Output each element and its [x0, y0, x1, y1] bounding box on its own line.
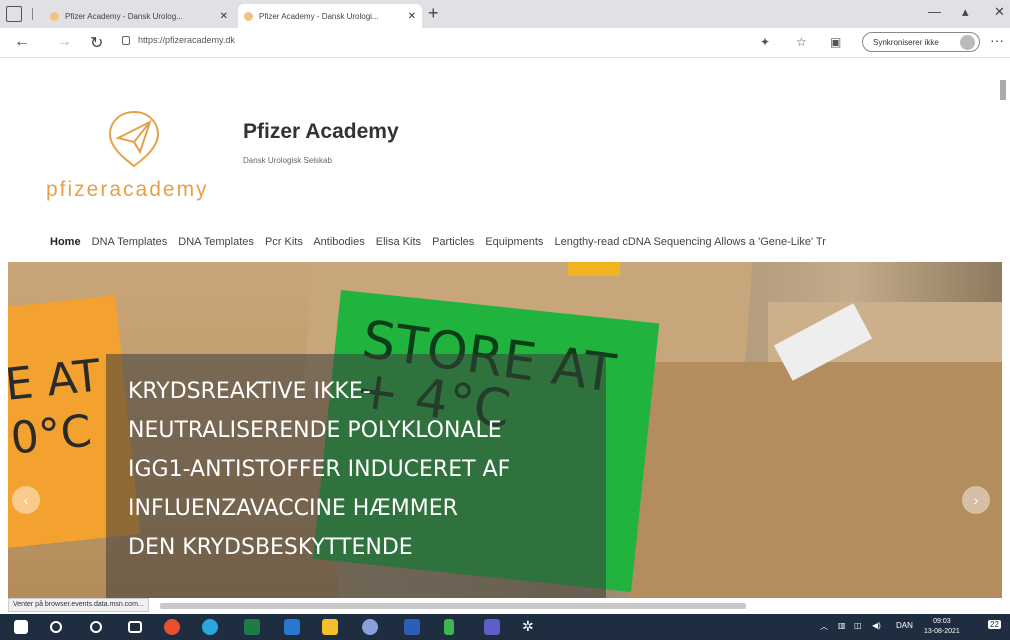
vertical-scrollbar[interactable]	[1000, 80, 1006, 100]
menu-item-particles[interactable]: Particles	[432, 236, 474, 248]
app-icon[interactable]	[444, 619, 454, 635]
browser-tab-strip: Pfizer Academy - Dansk Urolog... ✕ Pfize…	[0, 0, 1010, 28]
app-icon[interactable]	[362, 619, 378, 635]
hero-bg-box	[628, 362, 1002, 598]
profile-avatar	[960, 35, 975, 50]
url-text: https://pfizeracademy.dk	[138, 35, 235, 45]
tab-separator	[32, 8, 33, 20]
site-tagline: Dansk Urologisk Selskab	[243, 156, 332, 165]
edge-icon[interactable]	[202, 619, 218, 635]
menu-item-dna-templates[interactable]: DNA Templates	[92, 236, 168, 248]
sync-button[interactable]: Synkroniserer ikke	[862, 32, 980, 52]
chrome-icon[interactable]	[164, 619, 180, 635]
logo-paper-plane-icon[interactable]	[104, 108, 164, 168]
windows-start-icon[interactable]	[14, 620, 28, 634]
notifications-badge[interactable]: 22	[988, 620, 1001, 629]
refresh-icon[interactable]: ↻	[90, 33, 103, 53]
volume-icon[interactable]: ◀)	[872, 621, 881, 630]
hero-caption-line[interactable]: KRYDSREAKTIVE IKKE-	[128, 372, 584, 411]
menu-item-dna-templates-2[interactable]: DNA Templates	[178, 236, 254, 248]
browser-toolbar: ← → ↻ https://pfizeracademy.dk ✦ ☆ ▣ Syn…	[0, 28, 1010, 58]
word-icon[interactable]	[404, 619, 420, 635]
more-options-icon[interactable]: ···	[990, 32, 1004, 48]
language-indicator[interactable]: DAN	[896, 621, 913, 630]
address-bar[interactable]: https://pfizeracademy.dk	[122, 35, 235, 45]
menu-item-pcr-kits[interactable]: Pcr Kits	[265, 236, 303, 248]
browser-tab-1[interactable]: Pfizer Academy - Dansk Urolog... ✕	[44, 4, 234, 28]
sync-label: Synkroniserer ikke	[873, 37, 939, 47]
windows-taskbar: ✲ ︿ ▥ ◫ ◀) DAN 09:03 13-08-2021 22	[0, 614, 1010, 640]
close-tab-icon[interactable]: ✕	[408, 11, 416, 22]
main-menu: Home DNA Templates DNA Templates Pcr Kit…	[50, 236, 1010, 252]
menu-item-elisa-kits[interactable]: Elisa Kits	[376, 236, 421, 248]
hero-caption-box: KRYDSREAKTIVE IKKE- NEUTRALISERENDE POLY…	[106, 354, 606, 598]
reader-icon[interactable]: ✦	[760, 35, 770, 49]
slider-prev-icon[interactable]: ‹	[12, 486, 40, 514]
collections-icon[interactable]: ▣	[830, 35, 841, 49]
minimize-icon[interactable]: —	[928, 4, 941, 19]
status-bar: Venter på browser.events.data.msn.com...	[8, 598, 149, 612]
menu-item-equipments[interactable]: Equipments	[485, 236, 543, 248]
site-favicon-icon	[50, 11, 59, 21]
horizontal-scrollbar[interactable]	[160, 603, 746, 609]
menu-item-lengthy-read[interactable]: Lengthy-read cDNA Sequencing Allows a 'G…	[554, 236, 825, 248]
outlook-icon[interactable]	[284, 619, 300, 635]
network-icon[interactable]: ▥	[838, 621, 846, 630]
taskbar-clock[interactable]: 09:03 13-08-2021	[924, 617, 960, 637]
favorites-icon[interactable]: ☆	[796, 35, 807, 49]
menu-item-home[interactable]: Home	[50, 236, 81, 248]
hero-bg-label	[568, 262, 620, 276]
hero-slider[interactable]: E AT 0°C STORE AT + 4°C KRYDSREAKTIVE IK…	[8, 262, 1002, 598]
hero-caption-line[interactable]: IGG1-ANTISTOFFER INDUCERET AF	[128, 450, 584, 489]
clock-time: 09:03	[933, 618, 951, 625]
hero-caption-line[interactable]: INFLUENZAVACCINE HÆMMER	[128, 489, 584, 528]
close-window-icon[interactable]: ✕	[994, 4, 1005, 20]
site-title[interactable]: Pfizer Academy	[243, 120, 399, 144]
hero-bg-orange-text: E AT 0°C	[8, 350, 103, 465]
excel-icon[interactable]	[244, 619, 260, 635]
lock-icon	[122, 35, 130, 45]
task-view-icon[interactable]	[128, 621, 142, 633]
hero-caption-line[interactable]: NEUTRALISERENDE POLYKLONALE	[128, 411, 584, 450]
settings-gear-icon[interactable]: ✲	[522, 618, 538, 634]
display-icon[interactable]: ◫	[854, 621, 862, 630]
slider-next-icon[interactable]: ›	[962, 486, 990, 514]
browser-tab-2-active[interactable]: Pfizer Academy - Dansk Urologi... ✕	[238, 4, 422, 28]
menu-item-antibodies[interactable]: Antibodies	[313, 236, 364, 248]
tray-chevron-icon[interactable]: ︿	[820, 621, 828, 632]
search-icon[interactable]	[50, 621, 62, 633]
new-tab-icon[interactable]: +	[428, 3, 439, 24]
tab-actions-icon[interactable]	[6, 6, 22, 22]
back-icon[interactable]: ←	[14, 33, 30, 51]
tab-title: Pfizer Academy - Dansk Urologi...	[259, 11, 379, 21]
logo-wordmark[interactable]: pfizeracademy	[46, 178, 209, 202]
site-favicon-icon	[244, 11, 253, 21]
tab-title: Pfizer Academy - Dansk Urolog...	[65, 11, 183, 21]
cortana-icon[interactable]	[90, 621, 102, 633]
clock-date: 13-08-2021	[924, 628, 960, 635]
close-tab-icon[interactable]: ✕	[220, 11, 228, 22]
file-explorer-icon[interactable]	[322, 619, 338, 635]
maximize-icon[interactable]: ▴	[962, 4, 969, 20]
teams-icon[interactable]	[484, 619, 500, 635]
hero-caption-line[interactable]: DEN KRYDSBESKYTTENDE	[128, 528, 584, 567]
forward-icon[interactable]: →	[56, 33, 72, 51]
